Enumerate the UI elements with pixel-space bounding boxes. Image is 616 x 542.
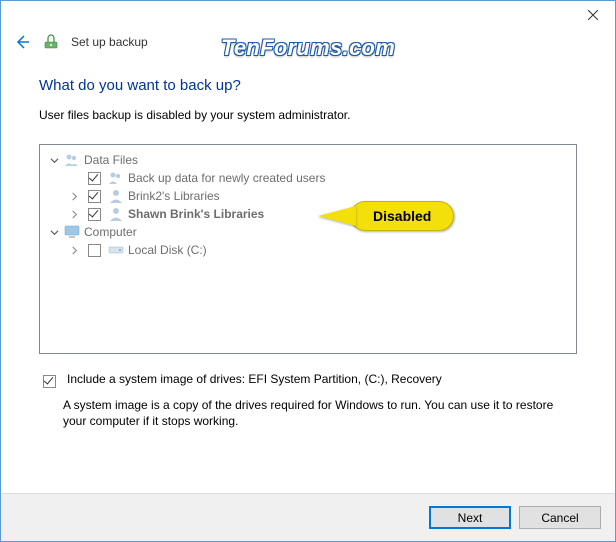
next-button[interactable]: Next <box>429 506 511 529</box>
users-icon <box>108 170 124 186</box>
window-title: Set up backup <box>71 35 148 49</box>
back-arrow-icon <box>13 33 31 51</box>
tree-node-newly-created[interactable]: Back up data for newly created users <box>44 169 572 187</box>
disk-icon <box>108 242 124 258</box>
user-icon <box>108 206 124 222</box>
tree-node-data-files[interactable]: Data Files <box>44 151 572 169</box>
content-area: What do you want to back up? User files … <box>1 63 615 429</box>
backup-app-icon <box>43 34 59 50</box>
title-bar <box>1 1 615 31</box>
monitor-icon <box>64 224 80 240</box>
user-icon <box>108 188 124 204</box>
backup-tree[interactable]: Data Files Back up data for newly create… <box>39 144 577 354</box>
close-button[interactable] <box>570 1 615 29</box>
tree-label: Back up data for newly created users <box>128 171 325 185</box>
disabled-notice: User files backup is disabled by your sy… <box>39 108 577 122</box>
system-image-label: Include a system image of drives: EFI Sy… <box>67 372 442 386</box>
checkbox-shawn[interactable] <box>88 208 101 221</box>
chevron-right-icon[interactable] <box>68 192 80 201</box>
system-image-row: Include a system image of drives: EFI Sy… <box>39 372 577 391</box>
tree-label: Shawn Brink's Libraries <box>128 207 264 221</box>
checkbox-system-image[interactable] <box>43 375 56 388</box>
button-bar: Next Cancel <box>1 493 615 541</box>
nav-row: Set up backup <box>1 31 615 63</box>
chevron-down-icon[interactable] <box>48 228 60 237</box>
cancel-button[interactable]: Cancel <box>519 506 601 529</box>
users-icon <box>64 152 80 168</box>
checkbox-brink2[interactable] <box>88 190 101 203</box>
tree-label: Computer <box>84 225 137 239</box>
tree-label: Brink2's Libraries <box>128 189 220 203</box>
tree-node-local-disk[interactable]: Local Disk (C:) <box>44 241 572 259</box>
checkbox-newly-created[interactable] <box>88 172 101 185</box>
chevron-down-icon[interactable] <box>48 156 60 165</box>
checkbox-local-disk[interactable] <box>88 244 101 257</box>
tree-node-shawn[interactable]: Shawn Brink's Libraries <box>44 205 572 223</box>
chevron-right-icon[interactable] <box>68 246 80 255</box>
tree-label: Data Files <box>84 153 138 167</box>
tree-node-brink2[interactable]: Brink2's Libraries <box>44 187 572 205</box>
back-button[interactable] <box>13 33 31 51</box>
tree-label: Local Disk (C:) <box>128 243 207 257</box>
page-heading: What do you want to back up? <box>39 77 577 94</box>
system-image-description: A system image is a copy of the drives r… <box>63 397 577 429</box>
chevron-right-icon[interactable] <box>68 210 80 219</box>
tree-node-computer[interactable]: Computer <box>44 223 572 241</box>
close-icon <box>588 10 598 20</box>
